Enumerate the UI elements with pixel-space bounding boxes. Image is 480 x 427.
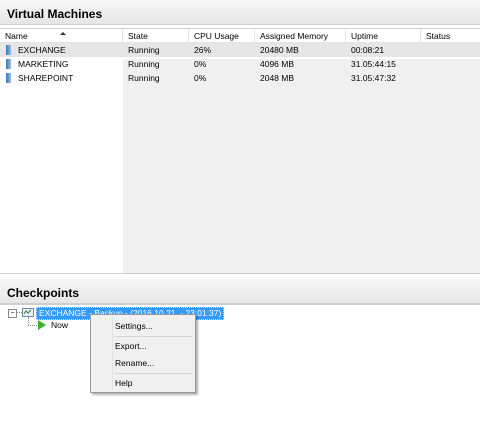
column-header-memory[interactable]: Assigned Memory bbox=[255, 29, 346, 43]
vm-name: MARKETING bbox=[18, 59, 69, 69]
checkpoints-tree bbox=[0, 304, 480, 427]
vm-panel-title: Virtual Machines bbox=[7, 7, 103, 21]
menu-separator bbox=[114, 373, 192, 374]
tree-connector bbox=[28, 325, 37, 326]
checkpoints-panel-header: Checkpoints bbox=[0, 279, 480, 304]
vm-memory: 4096 MB bbox=[260, 59, 295, 69]
tree-collapse-toggle[interactable]: − bbox=[8, 309, 17, 318]
vm-memory: 20480 MB bbox=[260, 45, 299, 55]
column-header-uptime-label: Uptime bbox=[351, 31, 378, 41]
vm-uptime: 31.05:47:32 bbox=[351, 73, 396, 83]
menu-item-rename[interactable]: Rename... bbox=[115, 356, 154, 370]
column-header-cpu[interactable]: CPU Usage bbox=[189, 29, 255, 43]
vm-state: Running bbox=[128, 59, 160, 69]
vm-cpu: 26% bbox=[194, 45, 212, 55]
tree-connector bbox=[28, 317, 29, 325]
menu-separator bbox=[114, 336, 192, 337]
checkpoint-now[interactable]: Now bbox=[51, 319, 68, 331]
column-header-status-label: Status bbox=[426, 31, 451, 41]
play-now-icon bbox=[38, 320, 46, 330]
virtual-machine-icon bbox=[6, 45, 11, 55]
column-header-name[interactable]: Name bbox=[0, 29, 123, 43]
checkpoint-icon bbox=[22, 308, 34, 317]
vm-panel-header: Virtual Machines bbox=[0, 0, 480, 25]
vm-name: EXCHANGE bbox=[18, 45, 66, 55]
column-header-state-label: State bbox=[128, 31, 148, 41]
menu-item-export[interactable]: Export... bbox=[115, 339, 147, 353]
column-header-state[interactable]: State bbox=[123, 29, 189, 43]
vm-memory: 2048 MB bbox=[260, 73, 295, 83]
vm-row-marketing[interactable]: MARKETING Running 0% 4096 MB 31.05:44:15 bbox=[0, 57, 480, 71]
vm-name: SHAREPOINT bbox=[18, 73, 74, 83]
vm-uptime: 31.05:44:15 bbox=[351, 59, 396, 69]
column-header-memory-label: Assigned Memory bbox=[260, 31, 329, 41]
virtual-machine-icon bbox=[6, 59, 11, 69]
vm-cpu: 0% bbox=[194, 73, 207, 83]
column-header-uptime[interactable]: Uptime bbox=[346, 29, 421, 43]
vm-state: Running bbox=[128, 45, 160, 55]
checkpoints-panel-title: Checkpoints bbox=[7, 286, 80, 300]
vm-row-exchange[interactable]: EXCHANGE Running 26% 20480 MB 00:08:21 bbox=[0, 43, 480, 57]
vm-uptime: 00:08:21 bbox=[351, 45, 385, 55]
sort-ascending-icon bbox=[60, 32, 66, 35]
context-menu: Settings... Export... Rename... Help bbox=[90, 314, 196, 393]
column-header-name-label: Name bbox=[5, 31, 28, 41]
vm-state: Running bbox=[128, 73, 160, 83]
menu-gutter bbox=[112, 317, 113, 390]
menu-item-help[interactable]: Help bbox=[115, 376, 132, 390]
menu-item-settings[interactable]: Settings... bbox=[115, 319, 153, 333]
vm-cpu: 0% bbox=[194, 59, 207, 69]
column-header-status[interactable]: Status bbox=[421, 29, 480, 43]
vm-table-empty-area bbox=[123, 59, 480, 273]
virtual-machine-icon bbox=[6, 73, 11, 83]
column-header-cpu-label: CPU Usage bbox=[194, 31, 239, 41]
vm-row-sharepoint[interactable]: SHAREPOINT Running 0% 2048 MB 31.05:47:3… bbox=[0, 71, 480, 85]
